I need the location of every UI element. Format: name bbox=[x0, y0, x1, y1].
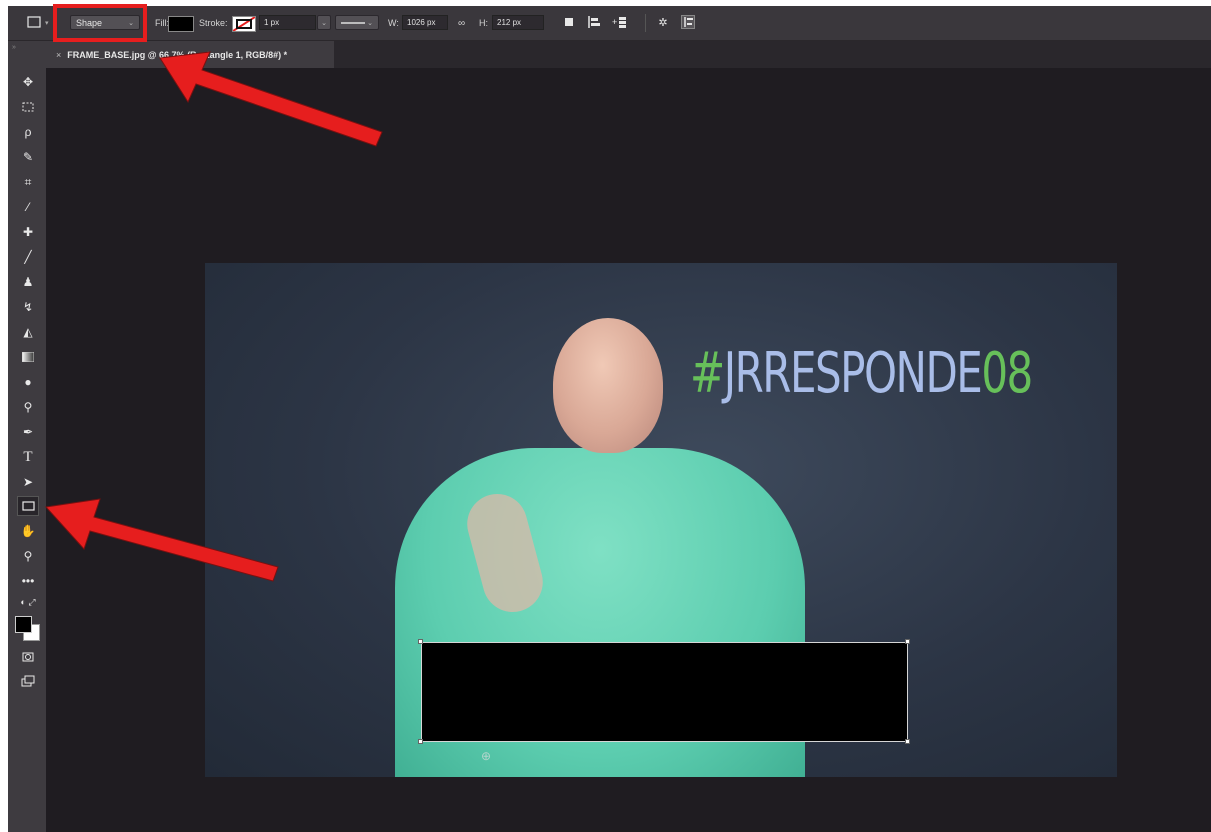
eraser-tool-icon[interactable]: ◭ bbox=[17, 322, 39, 342]
height-field[interactable]: 212 px bbox=[492, 15, 544, 30]
transform-handle[interactable] bbox=[418, 639, 423, 644]
hand-tool-icon[interactable]: ✋ bbox=[17, 521, 39, 541]
path-select-tool-icon[interactable]: ➤ bbox=[17, 472, 39, 492]
eyedropper-tool-icon[interactable]: ⁄ bbox=[17, 197, 39, 217]
panel-grip-icon[interactable]: » bbox=[12, 44, 16, 51]
chevron-down-icon: ⌄ bbox=[321, 19, 327, 27]
tools-panel: » ✥ ρ ✎ ⌗ ⁄ ✚ ╱ ♟ ↯ ◭ ● ⚲ ✒ T ➤ ✋ ⚲ ••• … bbox=[8, 41, 46, 832]
stroke-width-value: 1 px bbox=[264, 18, 280, 27]
path-operations-icon[interactable] bbox=[561, 14, 577, 30]
pen-tool-icon[interactable]: ✒ bbox=[17, 422, 39, 442]
blur-tool-icon[interactable]: ● bbox=[17, 372, 39, 392]
color-swatches[interactable] bbox=[13, 614, 41, 641]
quick-select-tool-icon[interactable]: ✎ bbox=[17, 147, 39, 167]
person-head bbox=[553, 318, 663, 453]
hashtag-text: #JRRESPONDE08 bbox=[690, 341, 1033, 406]
stroke-swatch[interactable] bbox=[232, 16, 256, 32]
chevron-down-icon: ⌄ bbox=[367, 19, 373, 27]
tool-preset-chevron-icon[interactable]: ▾ bbox=[45, 6, 49, 40]
toolbar-divider bbox=[645, 14, 646, 32]
width-label: W: bbox=[388, 18, 399, 28]
lasso-tool-icon[interactable]: ρ bbox=[17, 122, 39, 142]
crop-tool-icon[interactable]: ⌗ bbox=[17, 172, 39, 192]
annotation-highlight-box bbox=[53, 4, 147, 42]
transform-handle[interactable] bbox=[418, 739, 423, 744]
foreground-color-swatch[interactable] bbox=[15, 616, 32, 633]
annotation-arrow-left bbox=[45, 498, 279, 582]
hashtag-main: JRRESPONDE bbox=[723, 341, 983, 406]
rectangle-tool-icon[interactable] bbox=[17, 496, 39, 516]
close-icon[interactable]: × bbox=[56, 50, 61, 60]
link-icon[interactable]: ∞ bbox=[458, 6, 465, 40]
brush-tool-icon[interactable]: ╱ bbox=[17, 247, 39, 267]
stamp-tool-icon[interactable]: ♟ bbox=[17, 272, 39, 292]
path-alignment-icon[interactable] bbox=[586, 14, 602, 30]
height-value: 212 px bbox=[497, 18, 522, 27]
path-arrangement-icon[interactable]: + bbox=[612, 14, 628, 30]
stroke-label: Stroke: bbox=[199, 18, 228, 28]
move-tool-icon[interactable]: ✥ bbox=[17, 72, 39, 92]
transform-handle[interactable] bbox=[905, 639, 910, 644]
svg-text:+: + bbox=[612, 17, 617, 27]
annotation-arrow-top bbox=[159, 51, 383, 147]
height-label: H: bbox=[479, 18, 488, 28]
default-colors-icon[interactable]: ◐ ⤢ bbox=[17, 592, 39, 612]
stroke-line-icon bbox=[341, 21, 365, 24]
hashtag-number: 08 bbox=[981, 341, 1033, 406]
type-tool-icon[interactable]: T bbox=[17, 447, 39, 467]
marquee-tool-icon[interactable] bbox=[17, 97, 39, 117]
zoom-tool-icon[interactable]: ⚲ bbox=[17, 546, 39, 566]
fill-label: Fill: bbox=[155, 18, 169, 28]
tool-preset-icon[interactable] bbox=[26, 14, 42, 30]
width-value: 1026 px bbox=[407, 18, 436, 27]
gear-icon[interactable]: ✲ bbox=[655, 14, 671, 30]
gradient-tool-icon[interactable] bbox=[17, 347, 39, 367]
stroke-type-select[interactable]: ⌄ bbox=[335, 15, 379, 30]
history-brush-tool-icon[interactable]: ↯ bbox=[17, 297, 39, 317]
crosshair-cursor-icon: ⊕ bbox=[481, 749, 492, 763]
screen-mode-icon[interactable] bbox=[17, 671, 39, 691]
width-field[interactable]: 1026 px bbox=[402, 15, 448, 30]
dodge-tool-icon[interactable]: ⚲ bbox=[17, 397, 39, 417]
options-bar: ▾ Shape ⌄ Fill: Stroke: 1 px ⌄ ⌄ W: 1026… bbox=[8, 6, 1211, 41]
healing-brush-tool-icon[interactable]: ✚ bbox=[17, 222, 39, 242]
quick-mask-icon[interactable] bbox=[17, 647, 39, 667]
more-tools-icon[interactable]: ••• bbox=[17, 571, 39, 591]
stroke-width-field[interactable]: 1 px bbox=[259, 15, 316, 30]
stroke-width-dropdown[interactable]: ⌄ bbox=[317, 15, 331, 30]
transform-handle[interactable] bbox=[905, 739, 910, 744]
align-edges-icon[interactable] bbox=[680, 14, 696, 30]
rectangle-shape[interactable] bbox=[421, 642, 908, 742]
fill-swatch[interactable] bbox=[168, 16, 194, 32]
hashtag-symbol: # bbox=[690, 341, 725, 406]
